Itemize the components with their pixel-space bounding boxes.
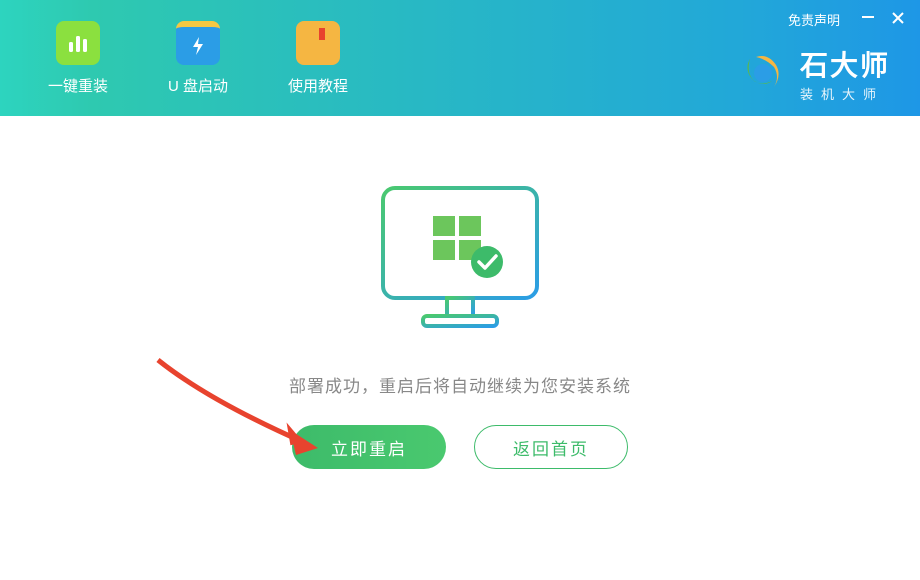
main-content: 部署成功，重启后将自动继续为您安装系统 立即重启 返回首页 <box>0 116 920 469</box>
tab-reinstall[interactable]: 一键重装 <box>28 0 128 116</box>
monitor-success-icon <box>365 180 555 340</box>
tab-usb-boot[interactable]: U 盘启动 <box>148 0 248 116</box>
action-buttons: 立即重启 返回首页 <box>292 425 628 469</box>
minimize-button[interactable] <box>860 10 876 29</box>
tab-label: 使用教程 <box>288 75 348 96</box>
brand-title: 石大师 <box>800 44 890 84</box>
tab-bar: 一键重装 U 盘启动 使用教程 <box>0 0 388 116</box>
restart-now-button[interactable]: 立即重启 <box>292 425 446 469</box>
app-header: 一键重装 U 盘启动 使用教程 免责声明 <box>0 0 920 116</box>
disclaimer-link[interactable]: 免责声明 <box>788 10 840 29</box>
book-icon <box>296 21 340 65</box>
status-text: 部署成功，重启后将自动继续为您安装系统 <box>289 372 631 397</box>
tab-tutorial[interactable]: 使用教程 <box>268 0 368 116</box>
brand-area: 石大师 装机大师 <box>740 44 890 103</box>
return-home-button[interactable]: 返回首页 <box>474 425 628 469</box>
tab-label: 一键重装 <box>48 75 108 96</box>
close-button[interactable] <box>890 11 906 29</box>
tab-label: U 盘启动 <box>168 75 228 96</box>
usb-lightning-icon <box>176 21 220 65</box>
chart-bars-icon <box>56 21 100 65</box>
brand-subtitle: 装机大师 <box>800 84 890 103</box>
window-controls: 免责声明 <box>788 10 906 29</box>
brand-logo-icon <box>740 51 786 97</box>
brand-text: 石大师 装机大师 <box>800 44 890 103</box>
